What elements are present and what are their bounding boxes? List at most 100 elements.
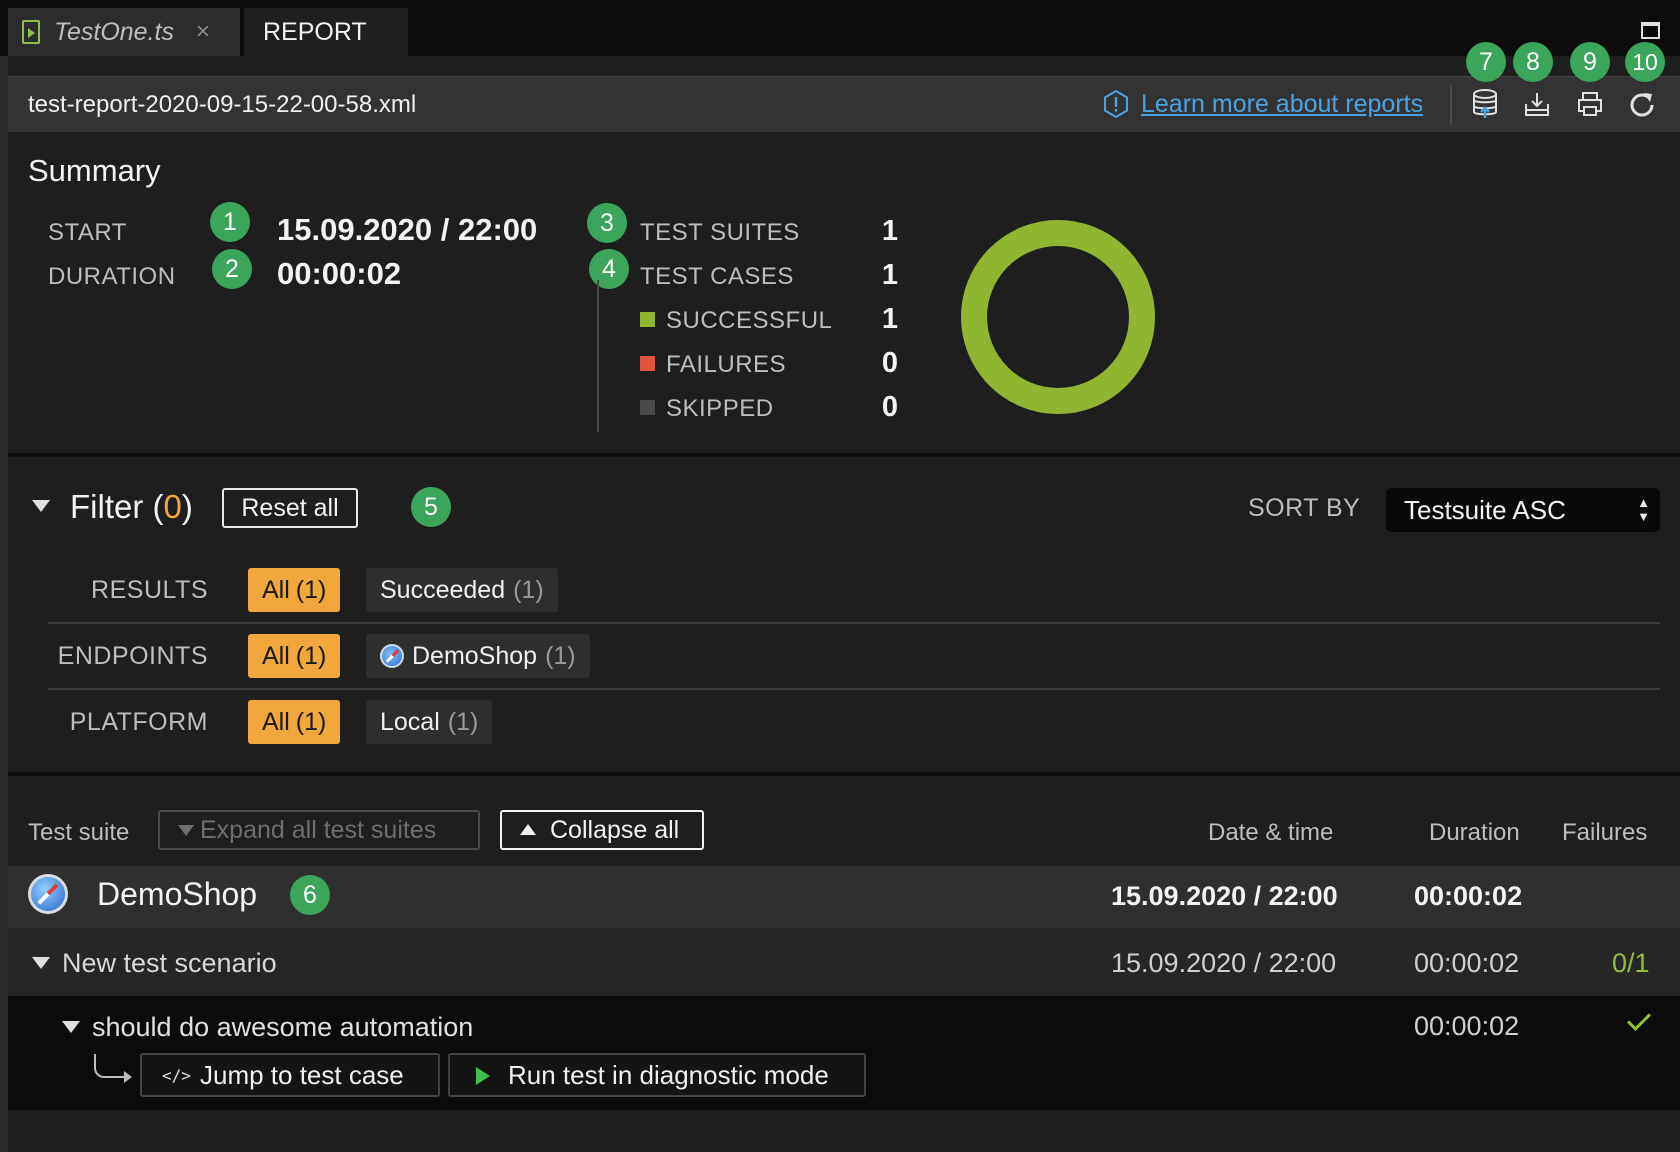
filter-title-label: Filter <box>70 488 144 525</box>
database-upload-icon[interactable] <box>1468 87 1502 121</box>
file-icon <box>22 20 40 44</box>
select-arrows-icon: ▲ ▼ <box>1637 495 1650 524</box>
jump-to-test-case-button[interactable]: </> Jump to test case <box>140 1053 440 1097</box>
callout-badge-3: 3 <box>587 203 627 243</box>
test-cases-value: 1 <box>881 259 898 291</box>
filter-chip-results-all[interactable]: All (1) <box>248 568 341 612</box>
chip-count: (1) <box>295 707 327 736</box>
results-donut-chart <box>961 220 1155 414</box>
scenario-caret-icon[interactable] <box>32 957 50 969</box>
summary-bracket-line <box>597 280 599 432</box>
failures-legend-swatch <box>640 356 655 371</box>
section-divider <box>8 772 1680 776</box>
filter-chip-platform-all[interactable]: All (1) <box>248 700 341 744</box>
test-suites-label: TEST SUITES <box>640 219 800 246</box>
filter-chip-local[interactable]: Local (1) <box>366 700 493 744</box>
test-suites-value: 1 <box>881 215 898 247</box>
chip-label: All <box>262 641 290 670</box>
filter-row-divider <box>48 688 1660 690</box>
maximize-icon[interactable] <box>1641 22 1660 39</box>
chip-count: (1) <box>513 575 544 604</box>
report-filename: test-report-2020-09-15-22-00-58.xml <box>28 91 417 118</box>
safari-icon <box>28 874 68 914</box>
scenario-failures: 0/1 <box>1612 948 1650 978</box>
run-diagnostic-label: Run test in diagnostic mode <box>508 1059 829 1090</box>
successful-legend-swatch <box>640 312 655 327</box>
info-icon <box>1104 89 1128 119</box>
failures-value: 0 <box>881 347 898 379</box>
test-case-duration: 00:00:02 <box>1414 1011 1520 1041</box>
download-icon[interactable] <box>1520 87 1554 121</box>
callout-badge-6: 6 <box>290 875 330 915</box>
chip-label: Succeeded <box>380 575 506 604</box>
callout-badge-10: 10 <box>1625 42 1665 82</box>
chip-label: All <box>262 575 290 604</box>
learn-more-link[interactable]: Learn more about reports <box>1141 90 1423 119</box>
chip-count: (1) <box>545 641 576 670</box>
filter-row-label-endpoints: ENDPOINTS <box>57 642 208 670</box>
summary-title: Summary <box>28 153 161 188</box>
start-value: 15.09.2020 / 22:00 <box>277 212 538 247</box>
collapse-all-button[interactable]: Collapse all <box>500 810 704 850</box>
scenario-date: 15.09.2020 / 22:00 <box>1111 948 1337 978</box>
print-icon[interactable] <box>1573 87 1607 121</box>
run-diagnostic-button[interactable]: Run test in diagnostic mode <box>448 1053 866 1097</box>
tab-testone-label: TestOne.ts <box>54 17 174 46</box>
successful-value: 1 <box>881 303 898 335</box>
reset-all-button[interactable]: Reset all <box>222 488 358 528</box>
triangle-up-icon <box>520 824 536 835</box>
scenario-duration: 00:00:02 <box>1414 948 1520 978</box>
sort-by-select[interactable]: Testsuite ASC ▲ ▼ <box>1386 488 1660 532</box>
skipped-value: 0 <box>881 391 898 423</box>
tab-report[interactable]: REPORT <box>244 8 408 56</box>
report-header: test-report-2020-09-15-22-00-58.xml Lear… <box>8 76 1680 132</box>
filter-row-label-results: RESULTS <box>91 576 208 604</box>
donut-success-arc <box>961 220 1155 414</box>
chip-count: (1) <box>447 707 479 736</box>
skipped-legend-swatch <box>640 400 655 415</box>
duration-label: DURATION <box>48 263 176 290</box>
col-header-duration: Duration <box>1429 819 1520 846</box>
sort-by-value: Testsuite ASC <box>1404 494 1566 525</box>
chip-count: (1) <box>295 641 327 670</box>
callout-badge-4: 4 <box>589 249 629 289</box>
scenario-name: New test scenario <box>62 948 277 978</box>
expand-all-button[interactable]: Expand all test suites <box>158 810 480 850</box>
callout-badge-1: 1 <box>210 202 250 242</box>
header-separator <box>1450 85 1452 125</box>
jump-to-test-case-label: Jump to test case <box>200 1059 404 1090</box>
chip-label: Local <box>380 707 440 736</box>
suite-name: DemoShop <box>97 876 258 912</box>
filter-title: Filter (0) <box>70 488 193 525</box>
close-icon[interactable]: × <box>196 18 210 46</box>
play-icon <box>476 1067 490 1085</box>
chip-count: (1) <box>295 575 327 604</box>
successful-label: SUCCESSFUL <box>666 307 833 334</box>
failures-label: FAILURES <box>666 351 787 378</box>
filter-collapse-caret-icon[interactable] <box>32 500 50 512</box>
triangle-down-icon <box>178 825 194 836</box>
col-header-failures: Failures <box>1562 819 1648 846</box>
test-case-caret-icon[interactable] <box>62 1021 80 1033</box>
tab-testone[interactable]: TestOne.ts × <box>8 8 240 56</box>
skipped-label: SKIPPED <box>666 395 774 422</box>
hook-arrow-icon <box>94 1054 132 1083</box>
suite-duration: 00:00:02 <box>1414 881 1523 911</box>
start-label: START <box>48 219 127 246</box>
col-header-date-time: Date & time <box>1208 819 1334 846</box>
filter-chip-endpoints-all[interactable]: All (1) <box>248 634 341 678</box>
suite-date: 15.09.2020 / 22:00 <box>1111 881 1338 911</box>
collapse-all-label: Collapse all <box>550 815 680 844</box>
filter-row-label-platform: PLATFORM <box>69 708 208 736</box>
filter-chip-succeeded[interactable]: Succeeded (1) <box>366 568 558 612</box>
callout-badge-8: 8 <box>1513 42 1553 82</box>
callout-badge-7: 7 <box>1466 42 1506 82</box>
safari-icon <box>380 644 404 668</box>
callout-badge-9: 9 <box>1570 42 1610 82</box>
test-case-name: should do awesome automation <box>92 1012 474 1042</box>
filter-row-divider <box>48 622 1660 624</box>
callout-badge-2: 2 <box>212 249 252 289</box>
chip-label: DemoShop <box>412 641 538 670</box>
filter-chip-demoshop[interactable]: DemoShop (1) <box>366 634 590 678</box>
refresh-icon[interactable] <box>1625 87 1659 121</box>
